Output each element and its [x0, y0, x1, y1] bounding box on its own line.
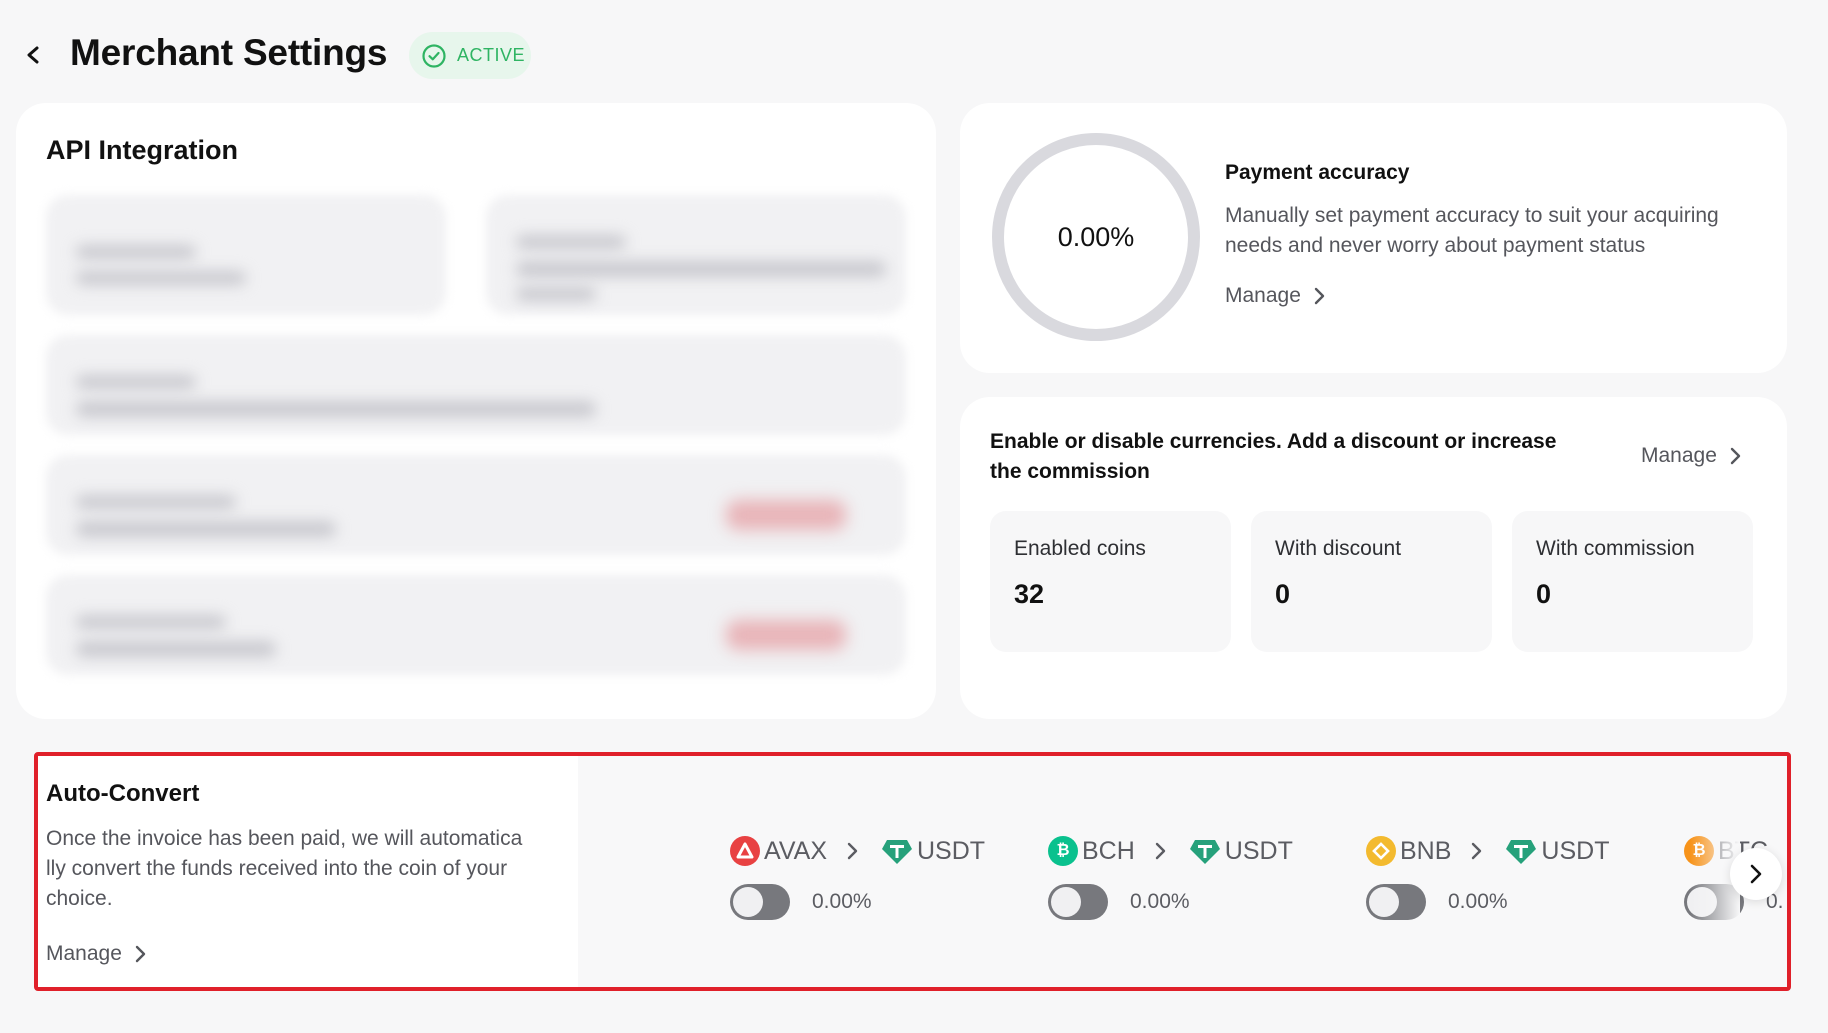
redacted-api-content: [46, 175, 906, 705]
stat-value: 0: [1275, 579, 1291, 609]
chevron-right-icon: [1314, 287, 1325, 305]
usdt-icon: [1189, 840, 1220, 864]
auto-convert-panel: Auto-Convert Once the invoice has been p…: [34, 752, 1791, 991]
chevron-right-icon: [1730, 447, 1741, 465]
auto-convert-toggle[interactable]: [1366, 884, 1426, 920]
pair-to-label: USDT: [1224, 836, 1293, 865]
chevron-right-icon: [847, 842, 858, 860]
page-header: Merchant Settings ACTIVE: [0, 0, 1828, 100]
conversion-pairs-list: AVAX USDT 0.00% ₿ BCH USDT 0.00% BNB USD…: [638, 756, 1791, 987]
chevron-right-icon: [1472, 842, 1482, 860]
chevron-right-icon: [1155, 842, 1165, 860]
usdt-icon: [882, 840, 912, 864]
stat-enabled-coins: Enabled coins 32: [990, 511, 1231, 652]
bch-icon: ₿: [1048, 836, 1078, 866]
accuracy-manage-label: Manage: [1225, 284, 1301, 307]
pair-from-label: BCH: [1082, 836, 1135, 865]
payment-accuracy-card: 0.00% Payment accuracy Manually set paym…: [960, 103, 1787, 373]
status-label: ACTIVE: [457, 45, 526, 65]
pair-from-label: BNB: [1400, 836, 1452, 865]
stat-with-discount: With discount 0: [1251, 511, 1492, 652]
currencies-manage-link[interactable]: Manage: [1641, 444, 1743, 468]
accuracy-title: Payment accuracy: [1225, 161, 1410, 184]
stat-label: Enabled coins: [1014, 537, 1146, 560]
pair-to-label: USDT: [917, 836, 986, 865]
stat-value: 0: [1536, 579, 1552, 609]
pair-percent: 0.00%: [812, 890, 872, 913]
accuracy-description: Manually set payment accuracy to suit yo…: [1225, 204, 1719, 257]
chevron-right-icon: [135, 945, 146, 963]
auto-convert-manage-link[interactable]: Manage: [46, 942, 148, 966]
stat-label: With commission: [1536, 537, 1695, 560]
usdt-icon: [1506, 840, 1537, 864]
conversion-pair-bnb: BNB USDT 0.00%: [1366, 836, 1609, 956]
auto-convert-toggle[interactable]: [1048, 884, 1108, 920]
api-integration-title: API Integration: [46, 135, 239, 165]
back-button[interactable]: [22, 38, 46, 72]
avax-icon: [730, 836, 760, 866]
accuracy-value: 0.00%: [1057, 221, 1135, 252]
stat-with-commission: With commission 0: [1512, 511, 1753, 652]
auto-convert-toggle[interactable]: [730, 884, 790, 920]
auto-convert-description: Once the invoice has been paid, we will …: [46, 827, 523, 910]
pair-percent: 0.00%: [1130, 890, 1190, 913]
pair-from-label: AVAX: [764, 836, 827, 865]
chevron-left-icon: [27, 46, 39, 64]
currencies-title: Enable or disable currencies. Add a disc…: [990, 430, 1557, 483]
auto-convert-manage-label: Manage: [46, 942, 122, 965]
scroll-next-button[interactable]: [1730, 848, 1782, 900]
check-circle-icon: [422, 43, 446, 68]
chevron-right-icon: [1750, 864, 1762, 884]
conversion-pair-bch: ₿ BCH USDT 0.00%: [1048, 836, 1293, 956]
stat-label: With discount: [1275, 537, 1402, 560]
pair-percent: 0.00%: [1448, 890, 1508, 913]
accuracy-manage-link[interactable]: Manage: [1225, 284, 1327, 308]
page-title: Merchant Settings: [70, 32, 388, 73]
pair-to-label: USDT: [1541, 836, 1610, 865]
api-integration-card: API Integration: [16, 103, 936, 719]
auto-convert-title: Auto-Convert: [46, 780, 200, 807]
bnb-icon: [1366, 836, 1396, 866]
auto-convert-info: Auto-Convert Once the invoice has been p…: [38, 756, 578, 987]
conversion-pair-avax: AVAX USDT 0.00%: [730, 836, 985, 956]
status-badge: ACTIVE: [409, 32, 531, 79]
currencies-manage-label: Manage: [1641, 444, 1717, 467]
stat-value: 32: [1014, 579, 1045, 609]
chevron-right-icon: [1784, 839, 1791, 863]
